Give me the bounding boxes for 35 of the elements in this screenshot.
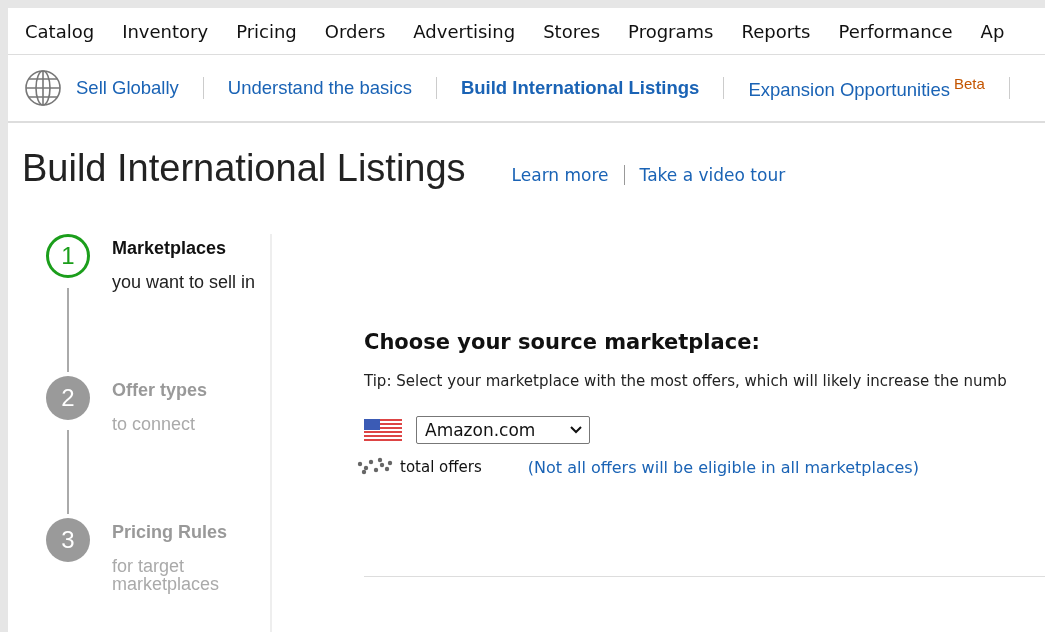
nav-item[interactable]: Orders [324,20,386,42]
chevron-down-icon [569,425,583,435]
step-subtitle: for target marketplaces [112,557,221,593]
nav-item[interactable]: Pricing [236,20,297,42]
subnav-link[interactable]: Build International Listings [460,77,700,99]
help-link[interactable]: Take a video tour [639,164,786,185]
step-title: Marketplaces [112,238,228,259]
nav-item[interactable]: Catalog [25,20,95,42]
eligibility-link[interactable]: (Not all offers will be eligible in all marketplaces) [527,457,919,477]
subnav-link[interactable]: Sell Globally [76,77,179,99]
nav-item[interactable]: Reports [741,20,811,42]
nav-item[interactable]: Stores [543,20,601,42]
step-number: 1 [46,234,90,278]
help-link[interactable]: Learn more [511,164,609,185]
tip-text: Tip: Select your marketplace with the most offers, which will likely increase the numb [364,372,1008,390]
step-title: Offer types [112,380,209,401]
step-subtitle: you want to sell in [112,273,257,291]
page-title: Build International Listings [22,147,466,190]
subnav-link[interactable]: Expansion Opportunities $^{Beta}$ [748,74,985,102]
step-title: Pricing Rules [112,522,229,543]
nav-item[interactable]: Programs [628,20,714,42]
step-number: 3 [46,518,90,562]
offers-label: total offers [400,458,482,476]
nav-item[interactable]: Inventory [122,20,209,42]
flag-icon [364,419,402,441]
section-heading: Choose your source marketplace: [364,330,761,354]
marketplace-select[interactable]: Amazon.com [416,416,590,444]
step-subtitle: to connect [112,415,197,433]
nav-item[interactable]: Performance [838,20,953,42]
subnav-link[interactable]: Understand the basics [227,77,412,99]
step-number: 2 [46,376,90,420]
nav-item[interactable]: Advertising [413,20,516,42]
nav-item[interactable]: Ap [980,20,1005,42]
beta-label: Beta [953,74,985,92]
globe-icon [24,69,62,107]
